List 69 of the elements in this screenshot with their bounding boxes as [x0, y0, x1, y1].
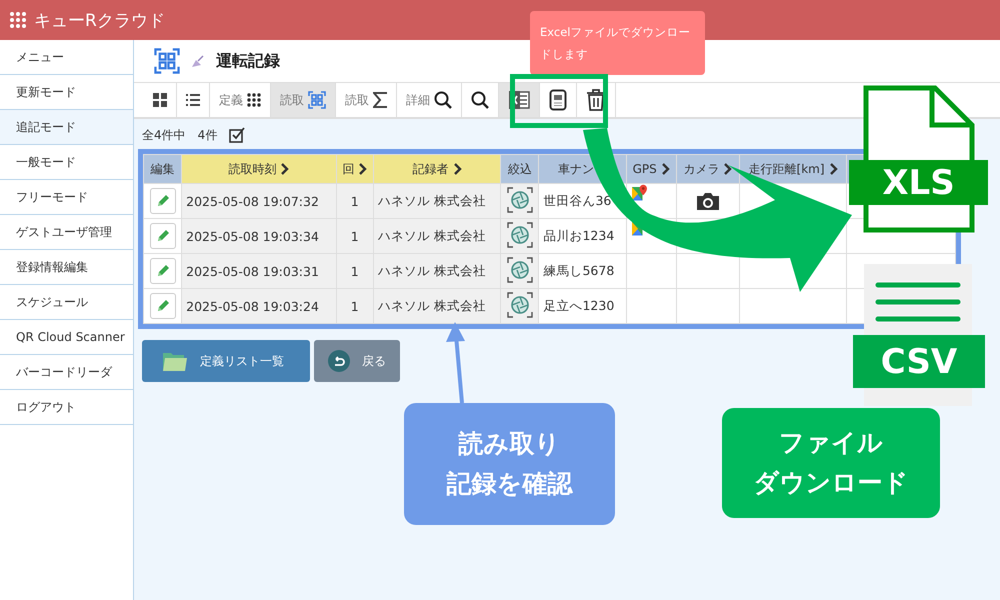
column-header[interactable]: 走行距離[km] [740, 154, 846, 184]
table-cell: 練馬し5678 [538, 254, 626, 288]
chevron-icon [724, 163, 732, 175]
tooltip: Excelファイルでダウンロードします [530, 11, 705, 75]
toolbar-button[interactable]: 読取 [336, 83, 397, 117]
edit-button[interactable] [150, 223, 176, 249]
excel-icon [508, 90, 530, 110]
qr-code-icon [308, 91, 326, 109]
back-button[interactable]: 戻る [314, 340, 400, 382]
table-cell: 品川お1234 [538, 218, 626, 254]
table-cell: ハネソル 株式会社 [373, 254, 501, 288]
table-cell: ハネソル 株式会社 [373, 288, 501, 324]
table-cell: 2025-05-08 19:07:32 [182, 184, 336, 218]
aperture-icon[interactable] [506, 222, 533, 248]
list-button[interactable]: 定義リスト一覧 [142, 340, 310, 382]
qr-code-icon [154, 48, 180, 74]
table-cell: 1 [336, 218, 374, 254]
chevron-icon [359, 163, 368, 175]
search-icon [434, 91, 452, 109]
column-header[interactable]: 読取時刻 [182, 154, 336, 184]
page-title: 運転記録 [216, 50, 280, 72]
table-cell: 2025-05-08 19:03:24 [182, 288, 336, 324]
xls-label: XLS [849, 160, 988, 205]
column-header[interactable]: 記録者 [373, 154, 501, 184]
shown-count: 4件 [198, 126, 218, 144]
table-cell: 2025-05-08 19:03:31 [182, 254, 336, 288]
callout: ファイル ダウンロード [722, 408, 940, 518]
table-cell: 1 [336, 254, 374, 288]
column-header[interactable]: GPS [626, 154, 676, 184]
table-cell: 1 [336, 288, 374, 324]
callout: 読み取り 記録を確認 [404, 403, 615, 525]
dots-grid-icon [247, 93, 261, 107]
aperture-icon[interactable] [506, 292, 533, 318]
app-grid-icon[interactable] [10, 12, 26, 28]
folder-icon [162, 350, 188, 372]
sigma-icon [373, 92, 387, 108]
edit-button[interactable] [150, 188, 176, 214]
csv-file-icon [549, 89, 567, 111]
chevron-icon [454, 163, 462, 175]
chevron-icon [281, 163, 290, 175]
search-icon [471, 91, 489, 109]
aperture-icon[interactable] [506, 256, 533, 282]
total-count: 全4件中 [142, 126, 186, 144]
column-header[interactable]: 回 [336, 154, 374, 184]
satellite-dish-icon [190, 53, 206, 69]
grid-icon [153, 93, 167, 107]
app-title: キューRクラウド [34, 10, 165, 32]
edit-button[interactable] [150, 258, 176, 284]
chevron-icon [830, 163, 838, 175]
toolbar-button[interactable]: 読取 [271, 83, 336, 117]
table-cell: 足立へ1230 [538, 288, 626, 324]
chevron-icon [662, 163, 670, 175]
camera-icon[interactable] [694, 191, 721, 211]
column-header[interactable]: カメラ [676, 154, 740, 184]
edit-button[interactable] [150, 293, 176, 319]
table-cell: 2025-05-08 19:03:34 [182, 218, 336, 254]
sidebar-item[interactable]: 追記モード [0, 110, 133, 145]
table-cell: ハネソル 株式会社 [373, 184, 501, 218]
trash-icon [586, 89, 606, 111]
map-pin-icon[interactable] [630, 184, 648, 202]
table-cell: 1 [336, 184, 374, 218]
table-cell: ハネソル 株式会社 [373, 218, 501, 254]
column-header: 絞込 [500, 154, 539, 184]
csv-label: CSV [853, 335, 985, 388]
column-header: 編集 [144, 154, 182, 184]
list-icon [186, 94, 200, 106]
checkbox-icon[interactable] [229, 127, 246, 143]
toolbar-button[interactable]: 詳細 [397, 83, 462, 117]
aperture-icon[interactable] [506, 186, 533, 212]
